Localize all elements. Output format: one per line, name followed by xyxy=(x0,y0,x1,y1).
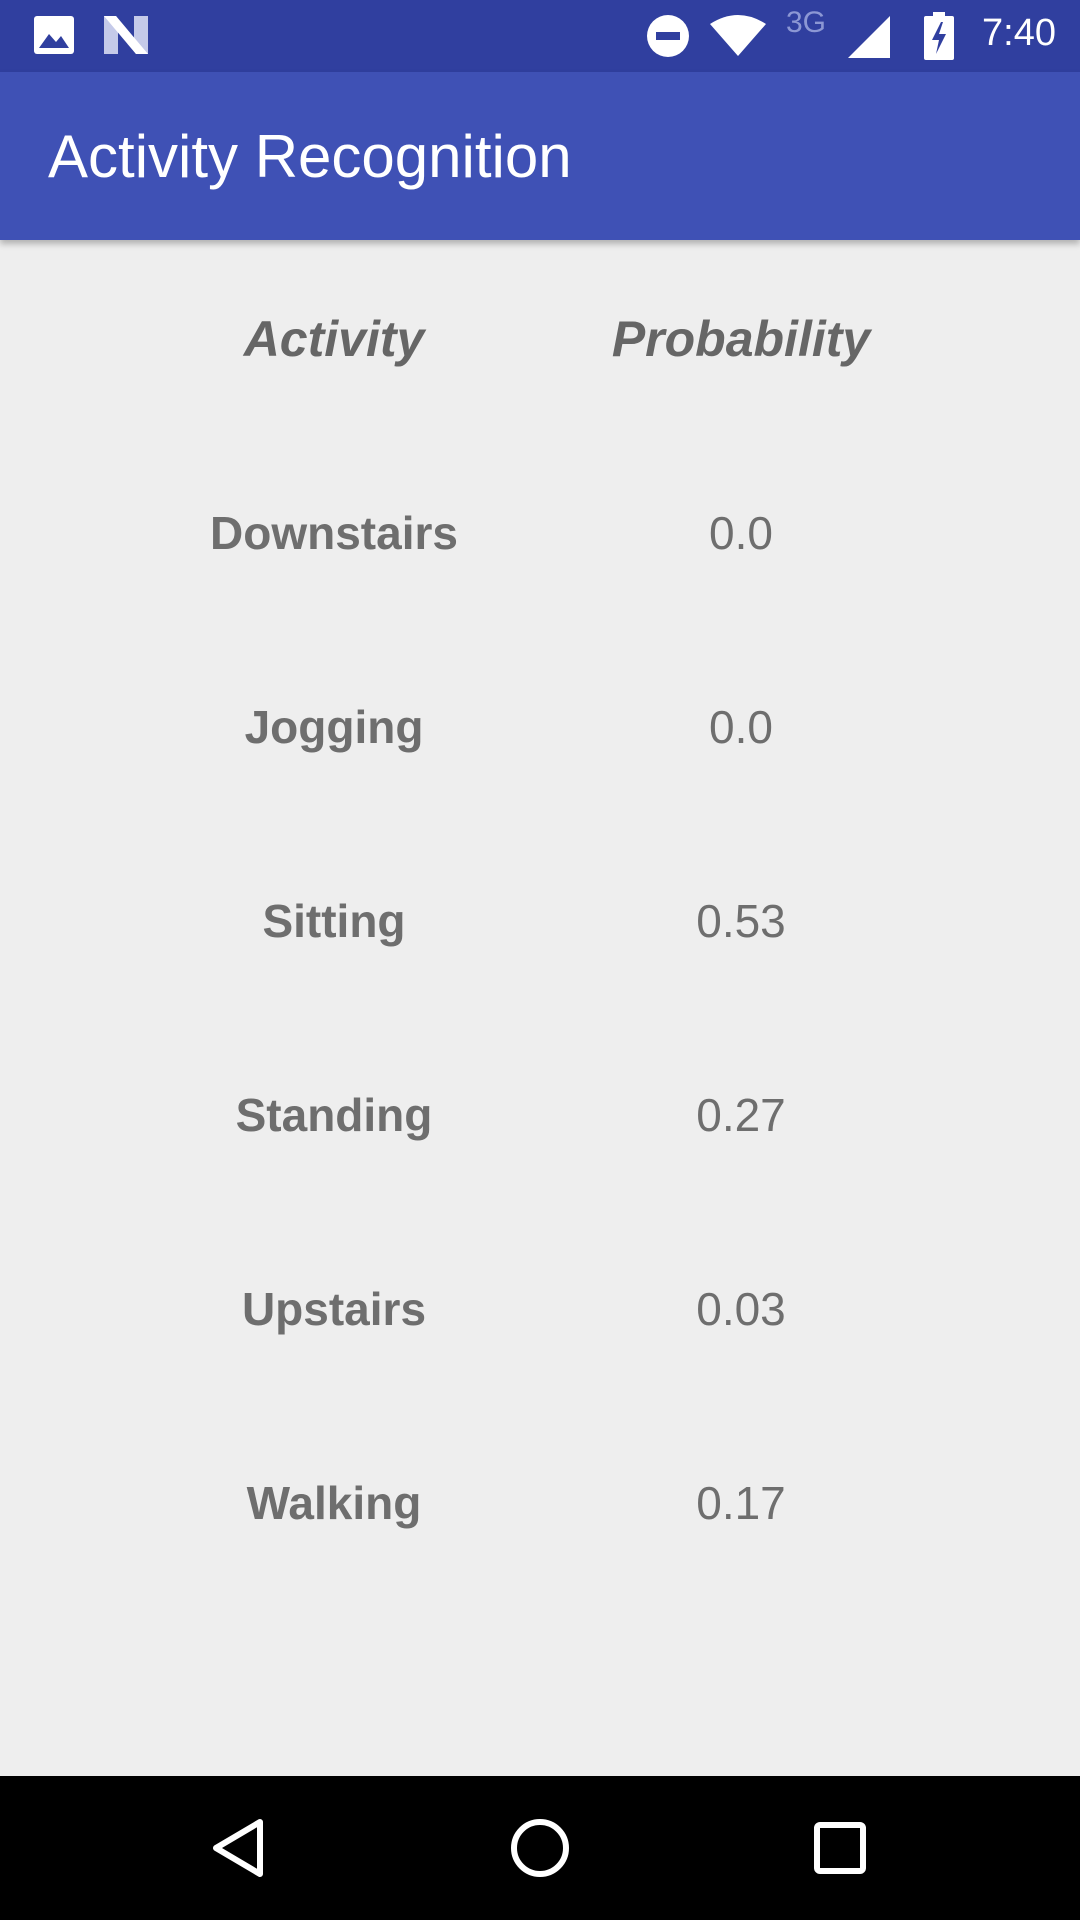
table-row: Upstairs 0.03 xyxy=(0,1282,1080,1476)
table-row: Walking 0.17 xyxy=(0,1476,1080,1670)
activity-column-header: Activity xyxy=(243,311,425,367)
app-bar: Activity Recognition xyxy=(0,72,1080,240)
do-not-disturb-icon xyxy=(647,15,689,57)
activity-name: Standing xyxy=(235,1089,433,1141)
probability-column-header: Probability xyxy=(611,311,871,367)
back-icon[interactable] xyxy=(208,1816,272,1880)
activity-probability: 0.53 xyxy=(696,895,786,947)
home-icon[interactable] xyxy=(508,1816,572,1880)
activity-name: Walking xyxy=(246,1477,422,1529)
activity-probability: 0.27 xyxy=(696,1089,786,1141)
table-row: Downstairs 0.0 xyxy=(0,506,1080,700)
activity-name: Sitting xyxy=(262,895,406,947)
activity-probability: 0.0 xyxy=(709,507,773,559)
image-icon xyxy=(34,16,74,54)
clock: 7:40 xyxy=(982,12,1056,54)
table-row: Standing 0.27 xyxy=(0,1088,1080,1282)
table-row: Jogging 0.0 xyxy=(0,700,1080,894)
activity-probability: 0.0 xyxy=(709,701,773,753)
screen: 3G 7:40 Activity Recognition Activity Pr… xyxy=(0,0,1080,1920)
n-logo-icon xyxy=(104,16,148,54)
network-type-label: 3G xyxy=(786,6,827,39)
recents-icon[interactable] xyxy=(808,1816,872,1880)
activity-name: Upstairs xyxy=(241,1283,427,1335)
activity-table: Activity Probability Downstairs 0.0 Jogg… xyxy=(0,310,1080,1670)
battery-charging-icon xyxy=(924,12,954,60)
activity-probability: 0.17 xyxy=(696,1477,786,1529)
status-bar: 3G 7:40 xyxy=(0,0,1080,72)
table-row: Sitting 0.53 xyxy=(0,894,1080,1088)
app-title: Activity Recognition xyxy=(48,123,572,190)
table-header-row: Activity Probability xyxy=(0,310,1080,506)
cell-signal-icon xyxy=(848,16,890,58)
activity-probability: 0.03 xyxy=(696,1283,786,1335)
activity-name: Jogging xyxy=(244,701,424,753)
navigation-bar xyxy=(0,1776,1080,1920)
wifi-icon xyxy=(710,15,766,56)
activity-name: Downstairs xyxy=(210,507,458,559)
